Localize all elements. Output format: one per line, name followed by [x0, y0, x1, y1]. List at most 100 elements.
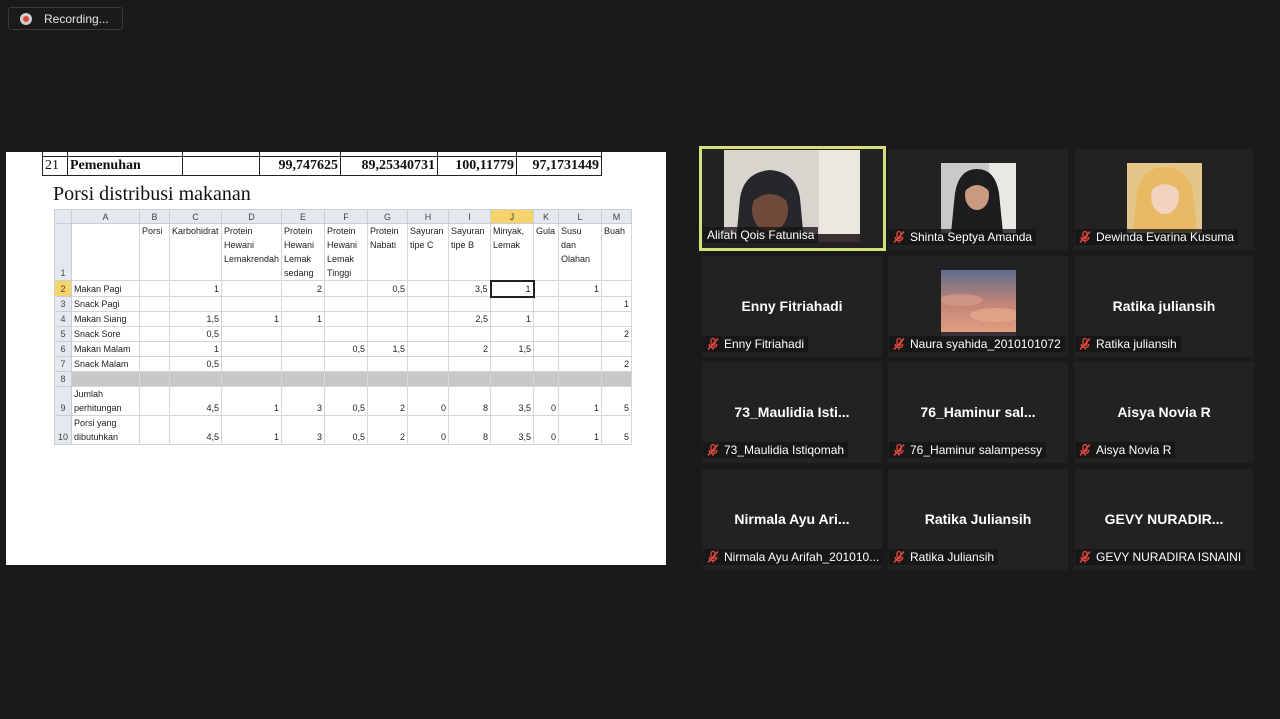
value-cell[interactable] — [490, 326, 535, 342]
value-cell[interactable] — [367, 311, 409, 327]
column-title-cell[interactable]: Porsi — [139, 223, 170, 281]
row-number[interactable]: 9 — [54, 386, 72, 416]
value-cell[interactable]: 0,5 — [324, 386, 369, 416]
value-cell[interactable] — [533, 280, 560, 297]
value-cell[interactable] — [220, 326, 283, 342]
column-title-cell[interactable]: Sayuran tipe B — [448, 223, 492, 281]
value-cell[interactable] — [558, 341, 603, 357]
value-cell[interactable]: 1 — [558, 280, 603, 297]
value-cell[interactable] — [533, 341, 560, 357]
value-cell[interactable] — [324, 371, 369, 387]
value-cell[interactable] — [281, 371, 326, 387]
value-cell[interactable] — [533, 371, 560, 387]
value-cell[interactable]: 8 — [448, 386, 492, 416]
value-cell[interactable]: 2 — [601, 326, 633, 342]
column-title-cell[interactable]: Protein Hewani Lemak Tinggi — [324, 223, 369, 281]
value-cell[interactable] — [448, 326, 492, 342]
row-label-cell[interactable]: Makan Pagi — [71, 280, 140, 297]
row-number[interactable]: 3 — [54, 296, 72, 312]
value-cell[interactable]: 2 — [281, 280, 326, 297]
value-cell[interactable] — [407, 356, 450, 372]
row-number[interactable]: 5 — [54, 326, 72, 342]
column-title-cell[interactable]: Gula — [533, 223, 560, 281]
value-cell[interactable]: 2 — [367, 386, 409, 416]
value-cell[interactable]: 0,5 — [169, 356, 222, 372]
participant-tile[interactable]: Alifah Qois Fatunisa — [699, 146, 886, 251]
value-cell[interactable] — [533, 326, 560, 342]
value-cell[interactable]: 1 — [220, 386, 283, 416]
row-number[interactable]: 7 — [54, 356, 72, 372]
value-cell[interactable] — [407, 311, 450, 327]
column-header[interactable]: A — [71, 209, 140, 224]
select-all-corner[interactable] — [54, 209, 72, 224]
value-cell[interactable]: 0 — [533, 415, 560, 445]
column-header[interactable]: J — [490, 209, 535, 224]
value-cell[interactable] — [324, 356, 369, 372]
value-cell[interactable]: 1,5 — [367, 341, 409, 357]
participant-tile[interactable]: Ratika Juliansih Ratika Juliansih — [888, 469, 1068, 570]
value-cell[interactable] — [139, 356, 170, 372]
value-cell[interactable] — [490, 356, 535, 372]
value-cell[interactable]: 1 — [169, 341, 222, 357]
value-cell[interactable] — [558, 296, 603, 312]
value-cell[interactable] — [558, 371, 603, 387]
row-number[interactable]: 4 — [54, 311, 72, 327]
value-cell[interactable] — [139, 326, 170, 342]
value-cell[interactable]: 3,5 — [448, 280, 492, 297]
value-cell[interactable]: 1 — [220, 415, 283, 445]
value-cell[interactable] — [139, 415, 170, 445]
value-cell[interactable] — [324, 280, 369, 297]
value-cell[interactable]: 0 — [533, 386, 560, 416]
value-cell[interactable] — [324, 326, 369, 342]
value-cell[interactable]: 2 — [601, 356, 633, 372]
row-label-cell[interactable]: Makan Siang — [71, 311, 140, 327]
column-title-cell[interactable]: Buah — [601, 223, 633, 281]
column-title-cell[interactable]: Susu dan Olahan — [558, 223, 603, 281]
value-cell[interactable] — [601, 280, 633, 297]
value-cell[interactable]: 5 — [601, 415, 633, 445]
value-cell[interactable] — [139, 386, 170, 416]
value-cell[interactable]: 3,5 — [490, 386, 535, 416]
row-label-cell[interactable]: Jumlah perhitungan — [71, 386, 140, 416]
value-cell[interactable]: 4,5 — [169, 386, 222, 416]
value-cell[interactable] — [490, 371, 535, 387]
value-cell[interactable]: 1 — [220, 311, 283, 327]
value-cell[interactable] — [601, 311, 633, 327]
row-label-cell[interactable]: Porsi yang dibutuhkan — [71, 415, 140, 445]
row-label-cell[interactable]: Snack Malam — [71, 356, 140, 372]
column-header[interactable]: E — [281, 209, 326, 224]
participant-tile[interactable]: Dewinda Evarina Kusuma — [1074, 149, 1254, 250]
column-header[interactable]: L — [558, 209, 603, 224]
participant-tile[interactable]: Enny Fitriahadi Enny Fitriahadi — [702, 256, 882, 357]
value-cell[interactable] — [220, 280, 283, 297]
value-cell[interactable] — [558, 356, 603, 372]
value-cell[interactable] — [367, 326, 409, 342]
row-number[interactable]: 8 — [54, 371, 72, 387]
value-cell[interactable] — [220, 296, 283, 312]
value-cell[interactable] — [139, 311, 170, 327]
value-cell[interactable] — [407, 326, 450, 342]
value-cell[interactable] — [448, 296, 492, 312]
value-cell[interactable]: 2 — [367, 415, 409, 445]
value-cell[interactable]: 0 — [407, 415, 450, 445]
value-cell[interactable] — [533, 356, 560, 372]
value-cell[interactable]: 1 — [558, 415, 603, 445]
row-label-cell[interactable]: Makan Malam — [71, 341, 140, 357]
row-label-cell[interactable]: Snack Pagi — [71, 296, 140, 312]
participant-tile[interactable]: GEVY NURADIR... GEVY NURADIRA ISNAINI — [1074, 469, 1254, 570]
value-cell[interactable] — [169, 371, 222, 387]
value-cell[interactable]: 1,5 — [169, 311, 222, 327]
value-cell[interactable] — [601, 341, 633, 357]
participant-tile[interactable]: Nirmala Ayu Ari... Nirmala Ayu Arifah_201… — [702, 469, 882, 570]
value-cell[interactable] — [407, 371, 450, 387]
value-cell[interactable] — [281, 326, 326, 342]
column-title-cell[interactable]: Karbohidrat — [169, 223, 222, 281]
value-cell[interactable] — [169, 296, 222, 312]
value-cell[interactable] — [220, 341, 283, 357]
column-header[interactable]: G — [367, 209, 409, 224]
value-cell[interactable]: 4,5 — [169, 415, 222, 445]
value-cell[interactable] — [139, 280, 170, 297]
participant-tile[interactable]: Shinta Septya Amanda — [888, 149, 1068, 250]
value-cell[interactable] — [448, 371, 492, 387]
value-cell[interactable]: 2 — [448, 341, 492, 357]
